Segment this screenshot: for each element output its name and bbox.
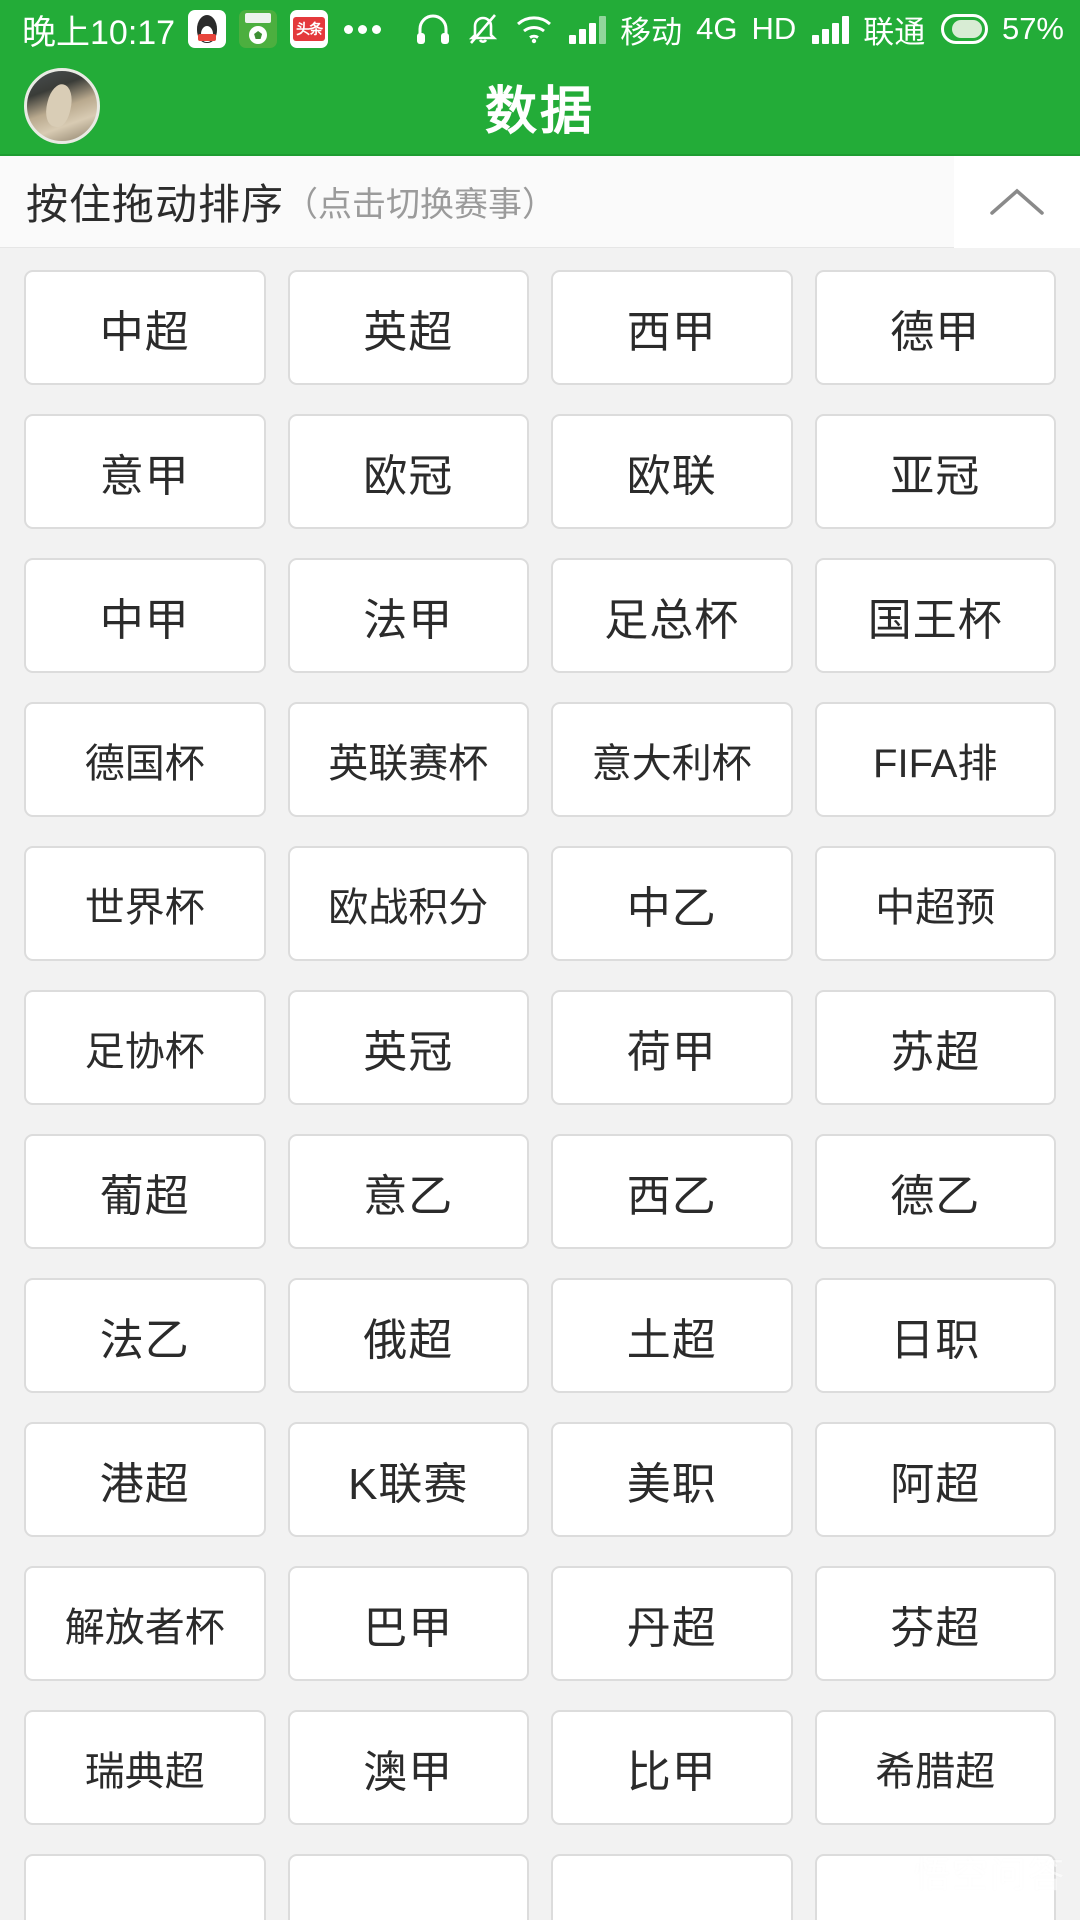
league-tile[interactable]: 欧战积分 <box>287 846 529 961</box>
league-tile[interactable] <box>24 1854 266 1920</box>
section-title: 按住拖动排序 <box>26 181 285 228</box>
league-grid: 中超 英超 西甲 德甲 意甲 欧冠 欧联 亚冠 中甲 法甲 足总杯 国王杯 德国… <box>24 270 1056 1920</box>
app-header: 数据 <box>0 58 1080 156</box>
wifi-icon <box>515 14 553 44</box>
league-tile[interactable]: 丹超 <box>551 1566 793 1681</box>
chevron-up-icon <box>986 183 1048 221</box>
league-tile[interactable]: FIFA排 <box>814 702 1056 817</box>
league-tile[interactable]: 足总杯 <box>551 558 793 673</box>
battery-icon <box>941 14 988 44</box>
league-tile[interactable]: 德国杯 <box>24 702 266 817</box>
league-tile[interactable]: 英冠 <box>287 990 529 1105</box>
league-tile[interactable] <box>287 1854 529 1920</box>
more-dots-icon <box>344 24 382 34</box>
league-tile[interactable]: 意大利杯 <box>551 702 793 817</box>
league-grid-container: 中超 英超 西甲 德甲 意甲 欧冠 欧联 亚冠 中甲 法甲 足总杯 国王杯 德国… <box>0 248 1080 1920</box>
battery-percent-label: 57% <box>1001 11 1064 46</box>
league-tile[interactable]: 日职 <box>814 1278 1056 1393</box>
league-tile[interactable]: 瑞典超 <box>24 1710 266 1825</box>
status-bar-left: 晚上10:17 头条 <box>22 5 382 54</box>
league-tile[interactable]: 解放者杯 <box>24 1566 266 1681</box>
league-tile[interactable]: 意乙 <box>287 1134 529 1249</box>
league-tile[interactable]: 法乙 <box>24 1278 266 1393</box>
bell-off-icon <box>467 12 499 46</box>
headset-icon <box>415 13 451 45</box>
football-app-icon <box>239 10 278 48</box>
league-tile[interactable]: 西乙 <box>551 1134 793 1249</box>
league-tile[interactable]: 苏超 <box>814 990 1056 1105</box>
league-tile[interactable]: 阿超 <box>814 1422 1056 1537</box>
league-tile[interactable]: K联赛 <box>287 1422 529 1537</box>
league-tile[interactable]: 亚冠 <box>814 414 1056 529</box>
toutiao-icon-label: 头条 <box>293 17 326 41</box>
league-tile[interactable]: 英超 <box>287 270 529 385</box>
section-subtitle: （点击切换赛事） <box>284 186 557 224</box>
carrier-label-mobile: 移动 <box>620 14 683 50</box>
collapse-toggle-button[interactable] <box>954 155 1080 248</box>
qq-icon <box>188 10 227 48</box>
league-tile[interactable]: 西甲 <box>551 270 793 385</box>
league-tile[interactable]: 意甲 <box>24 414 266 529</box>
signal-bars-icon-unicom <box>812 14 850 44</box>
league-tile[interactable] <box>814 1854 1056 1920</box>
league-tile[interactable]: 中超预 <box>814 846 1056 961</box>
league-tile[interactable]: 港超 <box>24 1422 266 1537</box>
league-tile[interactable] <box>551 1854 793 1920</box>
page-title: 数据 <box>484 82 595 141</box>
league-tile[interactable]: 足协杯 <box>24 990 266 1105</box>
league-tile[interactable]: 欧联 <box>551 414 793 529</box>
hd-label: HD <box>751 11 797 46</box>
section-bar: 按住拖动排序 （点击切换赛事） <box>0 155 1080 248</box>
status-bar: 晚上10:17 头条 移动 4G HD 联通 57% <box>0 0 1080 58</box>
league-tile[interactable]: 希腊超 <box>814 1710 1056 1825</box>
league-tile[interactable]: 德乙 <box>814 1134 1056 1249</box>
league-tile[interactable]: 巴甲 <box>287 1566 529 1681</box>
league-tile[interactable]: 德甲 <box>814 270 1056 385</box>
league-tile[interactable]: 法甲 <box>287 558 529 673</box>
signal-bars-icon-mobile <box>569 14 607 44</box>
toutiao-icon: 头条 <box>290 10 329 48</box>
league-tile[interactable]: 土超 <box>551 1278 793 1393</box>
league-tile[interactable]: 国王杯 <box>814 558 1056 673</box>
league-tile[interactable]: 葡超 <box>24 1134 266 1249</box>
league-tile[interactable]: 中超 <box>24 270 266 385</box>
league-tile[interactable]: 英联赛杯 <box>287 702 529 817</box>
league-tile[interactable]: 芬超 <box>814 1566 1056 1681</box>
league-tile[interactable]: 俄超 <box>287 1278 529 1393</box>
avatar[interactable] <box>24 68 100 144</box>
league-tile[interactable]: 澳甲 <box>287 1710 529 1825</box>
network-type-label: 4G <box>696 11 738 46</box>
league-tile[interactable]: 中乙 <box>551 846 793 961</box>
league-tile[interactable]: 荷甲 <box>551 990 793 1105</box>
status-clock: 晚上10:17 <box>22 13 176 52</box>
league-tile[interactable]: 欧冠 <box>287 414 529 529</box>
league-tile[interactable]: 世界杯 <box>24 846 266 961</box>
league-tile[interactable]: 中甲 <box>24 558 266 673</box>
carrier-label-unicom: 联通 <box>863 14 926 50</box>
league-tile[interactable]: 比甲 <box>551 1710 793 1825</box>
league-tile[interactable]: 美职 <box>551 1422 793 1537</box>
